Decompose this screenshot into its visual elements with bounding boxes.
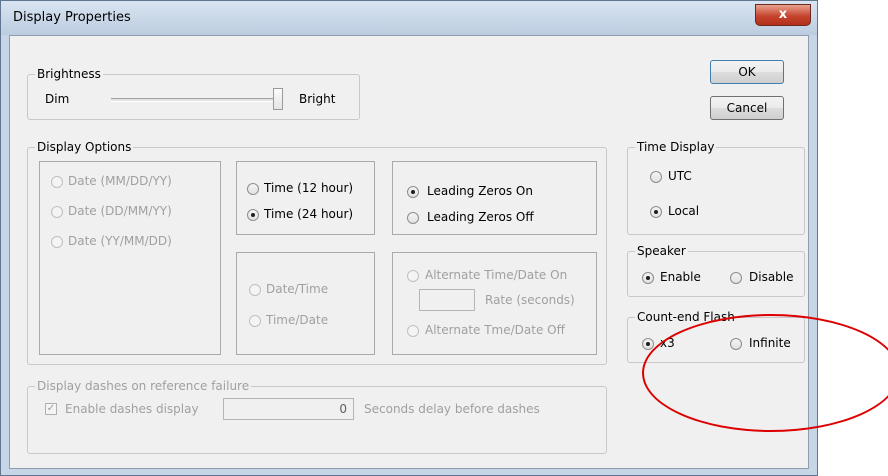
window-title: Display Properties [13, 10, 131, 25]
brightness-slider-thumb[interactable] [273, 88, 283, 110]
brightness-group-title: Brightness [35, 67, 103, 81]
rate-seconds-field[interactable] [419, 289, 475, 311]
date-mmddyy-radio[interactable] [51, 176, 63, 188]
leading-zeros-on-label: Leading Zeros On [427, 184, 533, 198]
enable-dashes-label: Enable dashes display [65, 402, 199, 416]
time-24h-label: Time (24 hour) [264, 207, 354, 221]
alternate-on-radio[interactable] [407, 270, 419, 282]
count-end-flash-group-title: Count-end Flash [635, 310, 737, 324]
local-radio[interactable] [650, 206, 662, 218]
time-display-group-title: Time Display [635, 140, 717, 154]
time-12h-label: Time (12 hour) [264, 181, 354, 195]
utc-radio[interactable] [650, 171, 662, 183]
speaker-group-title: Speaker [635, 244, 688, 258]
time-date-label: Time/Date [266, 313, 329, 327]
date-time-label: Date/Time [266, 282, 329, 296]
speaker-enable-radio[interactable] [642, 272, 654, 284]
dashes-group-title: Display dashes on reference failure [35, 379, 252, 393]
count-end-flash-group: Count-end Flash x3 Infinite [627, 310, 805, 363]
cancel-button[interactable]: Cancel [710, 96, 784, 120]
enable-dashes-checkbox[interactable]: ✓ [45, 403, 57, 415]
dialog-window: Display Properties x Brightness Dim Brig… [0, 0, 818, 476]
dashes-delay-field[interactable]: 0 [223, 398, 354, 420]
leading-zeros-off-radio[interactable] [407, 212, 419, 224]
speaker-group: Speaker Enable Disable [627, 244, 805, 297]
flash-infinite-radio[interactable] [730, 338, 742, 350]
rate-seconds-label: Rate (seconds) [485, 293, 575, 307]
speaker-disable-label: Disable [749, 270, 794, 284]
leading-zeros-box: Leading Zeros On Leading Zeros Off [392, 161, 597, 235]
leading-zeros-on-radio[interactable] [407, 186, 419, 198]
date-ddmmyy-label: Date (DD/MM/YY) [68, 204, 172, 218]
dialog-body: Brightness Dim Bright OK Cancel Display … [9, 35, 809, 469]
date-time-order-box: Date/Time Time/Date [236, 252, 375, 355]
brightness-slider-track[interactable] [111, 98, 281, 102]
date-yymmdd-label: Date (YY/MM/DD) [68, 234, 172, 248]
time-12h-radio[interactable] [247, 183, 259, 195]
display-options-group-title: Display Options [35, 140, 134, 154]
flash-x3-label: x3 [660, 336, 675, 350]
time-display-group: Time Display UTC Local [627, 140, 805, 235]
title-bar: Display Properties x [1, 1, 817, 35]
time-date-radio[interactable] [249, 315, 261, 327]
ok-button[interactable]: OK [710, 60, 784, 84]
dashes-delay-label: Seconds delay before dashes [364, 402, 540, 416]
date-time-radio[interactable] [249, 284, 261, 296]
leading-zeros-off-label: Leading Zeros Off [427, 210, 534, 224]
display-options-group: Display Options Date (MM/DD/YY) Date (DD… [27, 140, 607, 365]
date-format-box: Date (MM/DD/YY) Date (DD/MM/YY) Date (YY… [39, 161, 221, 355]
speaker-enable-label: Enable [660, 270, 701, 284]
alternate-off-label: Alternate Tme/Date Off [425, 323, 565, 337]
brightness-min-label: Dim [45, 92, 70, 106]
date-ddmmyy-radio[interactable] [51, 206, 63, 218]
date-yymmdd-radio[interactable] [51, 236, 63, 248]
dashes-group: Display dashes on reference failure ✓ En… [27, 379, 607, 454]
time-format-box: Time (12 hour) Time (24 hour) [236, 161, 375, 235]
speaker-disable-radio[interactable] [730, 272, 742, 284]
close-button[interactable]: x [755, 4, 811, 26]
flash-infinite-label: Infinite [749, 336, 791, 350]
alternate-time-date-box: Alternate Time/Date On Rate (seconds) Al… [392, 252, 597, 355]
alternate-on-label: Alternate Time/Date On [425, 268, 568, 282]
local-label: Local [668, 204, 700, 218]
brightness-max-label: Bright [299, 92, 336, 106]
time-24h-radio[interactable] [247, 209, 259, 221]
brightness-group: Brightness Dim Bright [27, 67, 360, 120]
date-mmddyy-label: Date (MM/DD/YY) [68, 174, 172, 188]
flash-x3-radio[interactable] [642, 338, 654, 350]
utc-label: UTC [668, 169, 692, 183]
alternate-off-radio[interactable] [407, 325, 419, 337]
